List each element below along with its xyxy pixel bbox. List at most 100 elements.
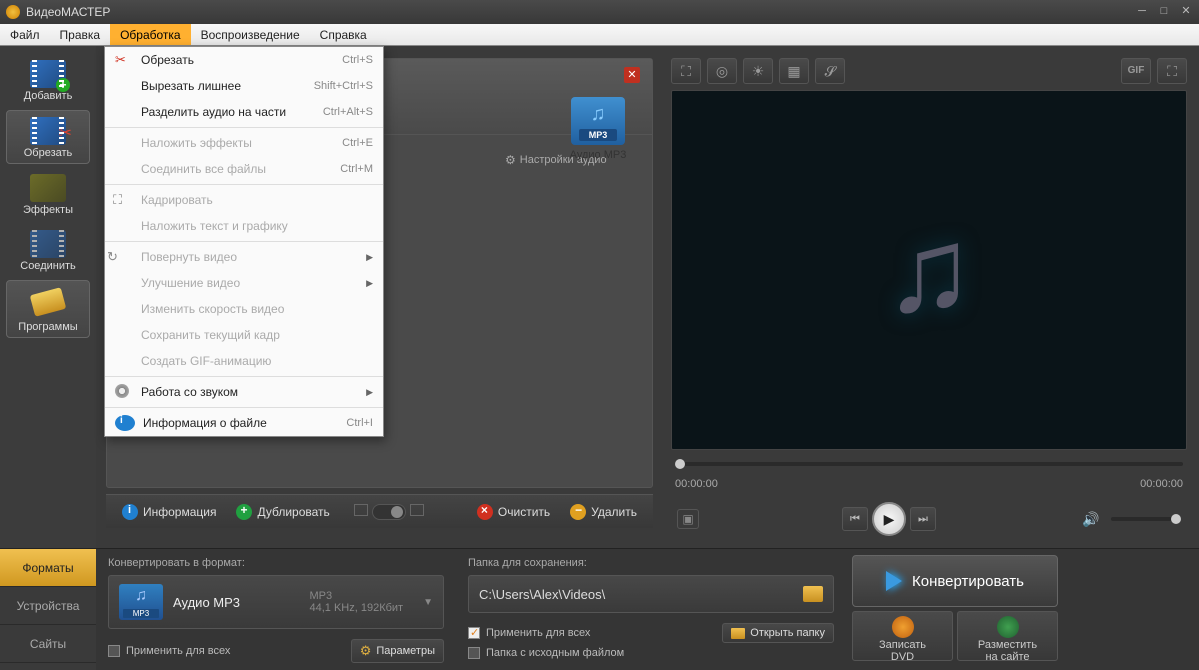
convert-button[interactable]: Конвертировать [852,555,1058,607]
menu-item-gif: Создать GIF-анимацию [105,348,383,374]
menu-file[interactable]: Файл [0,24,50,45]
join-icon [30,230,66,258]
titlebar: ВидеоМАСТЕР ─ □ ✕ [0,0,1199,24]
delete-icon [570,504,586,520]
format-mp3-icon [119,584,163,620]
menu-item-enhance: Улучшение видео▶ [105,270,383,296]
process-dropdown: ОбрезатьCtrl+S Вырезать лишнееShift+Ctrl… [104,46,384,437]
menu-playback[interactable]: Воспроизведение [191,24,310,45]
next-button[interactable]: ⏭ [910,507,936,531]
menu-item-audio[interactable]: Работа со звуком▶ [105,379,383,405]
volume-icon[interactable]: 🔊 [1079,508,1103,530]
volume-slider[interactable] [1111,517,1181,521]
effects-icon [30,174,66,202]
save-area: Папка для сохранения: C:\Users\Alex\Vide… [456,549,846,670]
remove-file-button[interactable]: ✕ [624,67,640,83]
crop-tool-button[interactable]: ⛶ [671,58,701,84]
seek-bar[interactable] [675,462,1183,472]
gif-button[interactable]: GIF [1121,58,1151,84]
maximize-button[interactable]: □ [1157,6,1171,18]
close-button[interactable]: ✕ [1179,6,1193,18]
prev-button[interactable]: ⏮ [842,507,868,531]
chevron-down-icon: ▼ [423,597,433,608]
sidebar-join[interactable]: Соединить [6,224,90,276]
apply-all-checkbox[interactable] [108,645,120,657]
menu-item-overlay: Наложить текст и графику [105,213,383,239]
file-thumbnail: MP3 Аудио MP3 [562,97,634,161]
source-folder-label: Папка с исходным файлом [486,647,624,659]
tab-formats[interactable]: Форматы [0,549,96,587]
globe-icon [997,616,1019,638]
crop-icon [113,192,133,208]
format-section-label: Конвертировать в формат: [108,557,444,569]
lens-tool-button[interactable]: ◎ [707,58,737,84]
brightness-button[interactable]: ☀ [743,58,773,84]
seek-thumb[interactable] [675,459,685,469]
menu-help[interactable]: Справка [310,24,377,45]
key-icon [30,291,66,319]
sidebar-programs[interactable]: Программы [6,280,90,338]
time-current: 00:00:00 [675,478,718,490]
sidebar-cut[interactable]: ✂ Обрезать [6,110,90,164]
bottom-tabs: Форматы Устройства Сайты [0,549,96,670]
fullscreen-button[interactable]: ⛶ [1157,58,1187,84]
view-list-button[interactable] [354,504,368,516]
format-name: Аудио MP3 [173,595,240,610]
app-title: ВидеоМАСТЕР [26,5,1135,19]
music-note-icon: ♫ [884,201,974,339]
video-preview: ♫ [671,90,1187,450]
player-panel: ⛶ ◎ ☀ ▦ 𝓢 GIF ⛶ ♫ 00:00:00 00:00:00 ▣ ⏮ … [663,46,1199,548]
overlay-button[interactable]: ▦ [779,58,809,84]
source-folder-checkbox[interactable] [468,647,480,659]
mp3-icon: MP3 [571,97,625,145]
cut-icon [113,52,133,68]
info-button[interactable]: Информация [116,501,222,523]
disk-icon [113,384,133,400]
menu-item-trim[interactable]: ОбрезатьCtrl+S [105,47,383,73]
left-sidebar: + Добавить ✂ Обрезать Эффекты Соединить … [0,46,96,548]
view-toggle [354,504,424,520]
bottom-panel: Форматы Устройства Сайты Конвертировать … [0,548,1199,670]
params-button[interactable]: Параметры [351,639,444,663]
sidebar-add[interactable]: + Добавить [6,54,90,106]
sidebar-effects[interactable]: Эффекты [6,168,90,220]
save-apply-all-checkbox[interactable]: ✓ [468,627,480,639]
tab-devices[interactable]: Устройства [0,587,96,625]
browse-folder-button[interactable] [803,586,823,602]
player-toolbar: ⛶ ◎ ☀ ▦ 𝓢 GIF ⛶ [671,58,1187,84]
player-controls: ▣ ⏮ ▶ ⏭ 🔊 [671,498,1187,540]
delete-button[interactable]: Удалить [564,501,643,523]
clear-button[interactable]: Очистить [471,501,556,523]
volume-thumb[interactable] [1171,514,1181,524]
menubar: Файл Правка Обработка Воспроизведение Сп… [0,24,1199,46]
play-button[interactable]: ▶ [872,502,906,536]
publish-button[interactable]: Разместитьна сайте [957,611,1058,661]
menu-item-cutextra[interactable]: Вырезать лишнееShift+Ctrl+S [105,73,383,99]
menu-item-splitaudio[interactable]: Разделить аудио на частиCtrl+Alt+S [105,99,383,125]
info-icon [122,504,138,520]
clear-icon [477,504,493,520]
dvd-icon [892,616,914,638]
menu-edit[interactable]: Правка [50,24,111,45]
format-selector[interactable]: Аудио MP3 MP344,1 KHz, 192Кбит ▼ [108,575,444,629]
menu-item-rotate: Повернуть видео▶ [105,244,383,270]
save-path-box[interactable]: C:\Users\Alex\Videos\ [468,575,834,613]
menu-item-crop: Кадрировать [105,187,383,213]
menu-item-fileinfo[interactable]: Информация о файлеCtrl+I [105,410,383,436]
minimize-button[interactable]: ─ [1135,6,1149,18]
duplicate-button[interactable]: Дублировать [230,501,335,523]
apply-all-label: Применить для всех [126,645,230,657]
save-section-label: Папка для сохранения: [468,557,834,569]
snapshot-button[interactable]: ▣ [677,509,699,529]
time-total: 00:00:00 [1140,478,1183,490]
menu-process[interactable]: Обработка [110,24,191,45]
film-cut-icon: ✂ [30,117,66,145]
speed-button[interactable]: 𝓢 [815,58,845,84]
duplicate-icon [236,504,252,520]
open-folder-button[interactable]: Открыть папку [722,623,834,643]
tab-sites[interactable]: Сайты [0,625,96,663]
burn-dvd-button[interactable]: ЗаписатьDVD [852,611,953,661]
view-switch[interactable] [372,504,406,520]
view-grid-button[interactable] [410,504,424,516]
film-add-icon: + [30,60,66,88]
